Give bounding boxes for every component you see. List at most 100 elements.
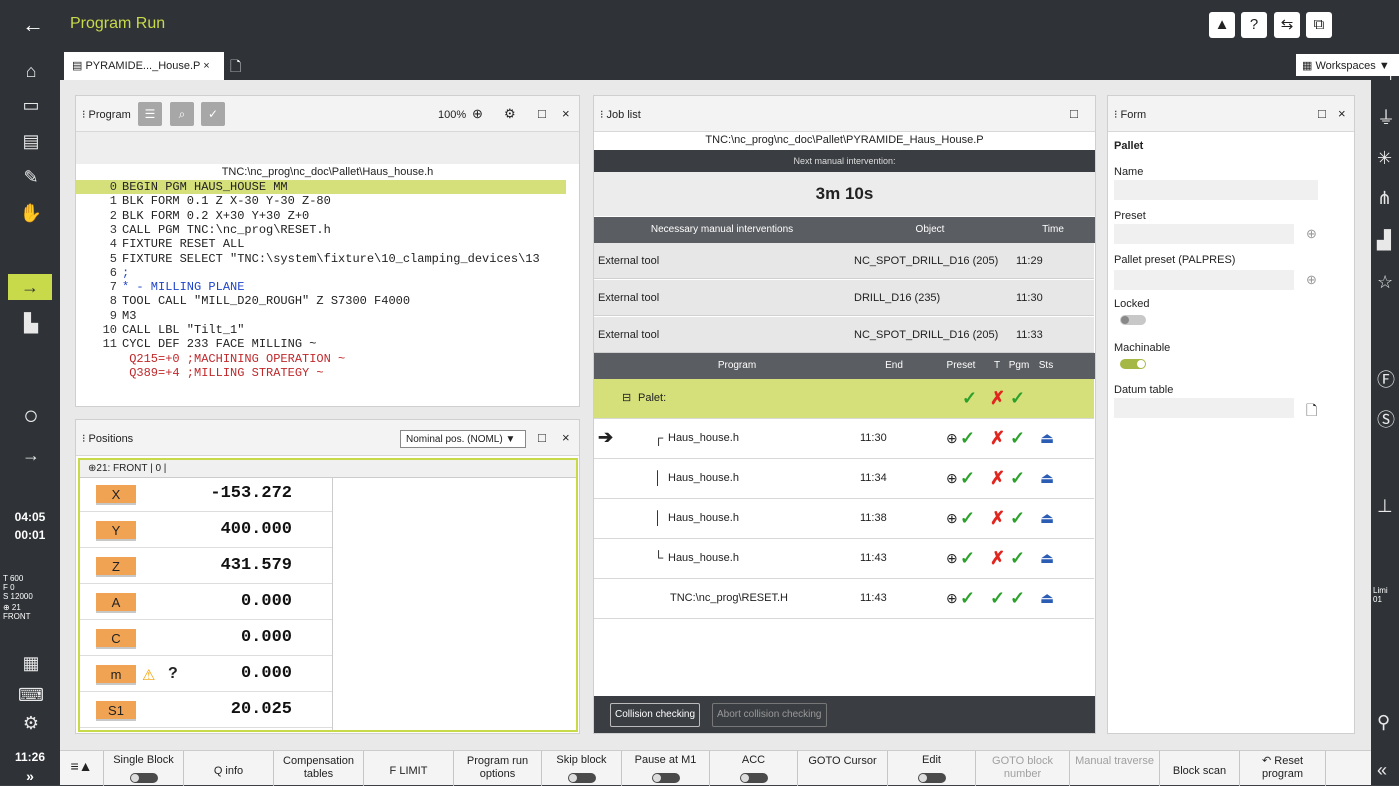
name-field[interactable] <box>1114 180 1318 200</box>
program-line[interactable]: 7 * - MILLING PLANE <box>76 280 566 294</box>
tab-program-file[interactable]: ▤ PYRAMIDE..._House.P × <box>64 52 224 80</box>
goto-block-number-button[interactable]: GOTO block number <box>976 751 1070 786</box>
program-row[interactable]: TNC:\nc_prog\RESET.H 11:43 ⊕ ✓ ✓ ✓ ⏏ <box>594 579 1094 619</box>
user-key-icon[interactable]: ⚲ <box>1377 712 1390 733</box>
maximize-icon[interactable]: □ <box>1318 106 1326 121</box>
windows-icon[interactable]: ⧉ <box>1306 12 1332 38</box>
help-icon[interactable]: ? <box>1241 12 1267 38</box>
program-line[interactable]: 9 M3 <box>76 309 566 323</box>
chip-icon[interactable]: ⋔ <box>1377 188 1392 209</box>
program-row[interactable]: │ Haus_house.h 11:34 ⊕ ✓ ✗ ✓ ⏏ <box>594 459 1094 499</box>
plug-icon[interactable]: ⏚ <box>1377 104 1395 130</box>
block-scan-button[interactable]: Block scan <box>1160 751 1240 786</box>
manual-hand-icon[interactable]: ✋ <box>18 200 44 226</box>
abort-collision-button[interactable]: Abort collision checking <box>712 703 827 727</box>
tool-icon[interactable]: ▟ <box>1377 230 1391 251</box>
preset-field[interactable] <box>1114 224 1294 244</box>
program-run-options-button[interactable]: Program run options <box>454 751 542 786</box>
edit-document-icon[interactable]: ✎ <box>18 164 44 190</box>
axis-label[interactable]: C <box>96 629 136 649</box>
collapse-icon[interactable]: « <box>1377 760 1387 781</box>
toggle-switch[interactable] <box>651 773 680 783</box>
program-line[interactable]: 1 BLK FORM 0.1 Z X-30 Y-30 Z-80 <box>76 194 566 208</box>
maximize-icon[interactable]: □ <box>538 106 546 121</box>
coolant-icon[interactable]: ✳ <box>1377 148 1392 169</box>
q-info-button[interactable]: Q info <box>184 751 274 786</box>
intervention-row[interactable]: External tool NC_SPOT_DRILL_D16 (205) 11:2… <box>594 243 1094 279</box>
intervention-row[interactable]: External tool NC_SPOT_DRILL_D16 (205) 11:3… <box>594 317 1094 353</box>
datum-table-field[interactable] <box>1114 398 1294 418</box>
program-line[interactable]: 4 FIXTURE RESET ALL <box>76 237 566 251</box>
compensation-tables-button[interactable]: Compensation tables <box>274 751 364 786</box>
settings-icon[interactable]: ⚙ <box>18 710 44 736</box>
program-line[interactable]: 2 BLK FORM 0.2 X+30 Y+30 Z+0 <box>76 209 566 223</box>
file-icon[interactable]: 🗋 <box>1306 400 1317 424</box>
toggle-switch[interactable] <box>917 773 946 783</box>
table-icon[interactable]: ▤ <box>18 128 44 154</box>
collapse-icon[interactable]: ⊟ <box>622 391 631 404</box>
pause-m1-toggle[interactable]: Pause at M1 <box>622 751 710 786</box>
spindle-override-icon[interactable]: Ⓢ <box>1377 406 1395 432</box>
calculator-icon[interactable]: ▦ <box>18 650 44 676</box>
program-line[interactable]: 8 TOOL CALL "MILL_D20_ROUGH" Z S7300 F400… <box>76 294 566 308</box>
program-row[interactable]: └ Haus_house.h 11:43 ⊕ ✓ ✗ ✓ ⏏ <box>594 539 1094 579</box>
axis-label[interactable]: S1 <box>96 701 136 721</box>
acc-toggle[interactable]: ACC <box>710 751 798 786</box>
skip-block-toggle[interactable]: Skip block <box>542 751 622 786</box>
machine-icon[interactable]: ▙ <box>18 310 44 336</box>
search-icon[interactable]: ⌕ <box>170 102 194 126</box>
axis-label[interactable]: m <box>96 665 136 685</box>
program-row[interactable]: ➔ ┌ Haus_house.h 11:30 ⊕ ✓ ✗ ✓ ⏏ <box>594 419 1094 459</box>
single-block-toggle[interactable]: Single Block <box>104 751 184 786</box>
position-mode-select[interactable]: Nominal pos. (NOML) ▼ <box>400 430 526 448</box>
program-line[interactable]: Q215=+0 ;MACHINING OPERATION ~ <box>76 352 566 366</box>
program-row[interactable]: │ Haus_house.h 11:38 ⊕ ✓ ✗ ✓ ⏏ <box>594 499 1094 539</box>
close-icon[interactable]: × <box>203 60 209 72</box>
pallet-preset-field[interactable] <box>1114 270 1294 290</box>
edit-toggle[interactable]: Edit <box>888 751 976 786</box>
f-limit-button[interactable]: F LIMIT <box>364 751 454 786</box>
feed-override-icon[interactable]: Ⓕ <box>1377 366 1395 392</box>
program-line[interactable]: Q389=+4 ;MILLING STRATEGY ~ <box>76 366 566 380</box>
transfer-icon[interactable]: ⇆ <box>1274 12 1300 38</box>
nc-stop-circle-icon[interactable]: ○ <box>18 402 44 428</box>
keyboard-icon[interactable]: ⌨ <box>18 682 44 708</box>
locked-toggle[interactable] <box>1120 315 1146 325</box>
maximize-icon[interactable]: □ <box>1070 106 1078 121</box>
reset-program-button[interactable]: ↶ Reset program <box>1240 751 1326 786</box>
axis-label[interactable]: Y <box>96 521 136 541</box>
axis-label[interactable]: Z <box>96 557 136 577</box>
warning-icon[interactable]: ▲ <box>1209 12 1235 38</box>
program-run-icon[interactable]: → <box>8 274 52 300</box>
intervention-row[interactable]: External tool DRILL_D16 (235) 11:30 <box>594 280 1094 316</box>
program-line[interactable]: 10 CALL LBL "Tilt_1" <box>76 323 566 337</box>
manual-traverse-button[interactable]: Manual traverse <box>1070 751 1160 786</box>
expand-icon[interactable]: » <box>0 768 60 784</box>
program-line[interactable]: 0 BEGIN PGM HAUS_HOUSE MM <box>76 180 566 194</box>
program-code[interactable]: 0 BEGIN PGM HAUS_HOUSE MM 1 BLK FORM 0.1 Z … <box>76 180 566 408</box>
zoom-icon[interactable]: ⊕ <box>472 106 483 122</box>
toggle-switch[interactable] <box>129 773 158 783</box>
program-line[interactable]: 3 CALL PGM TNC:\nc_prog\RESET.h <box>76 223 566 237</box>
toggle-switch[interactable] <box>567 773 596 783</box>
home-icon[interactable]: ⌂ <box>18 58 44 84</box>
workspaces-dropdown[interactable]: ▦ Workspaces ▼ <box>1296 54 1399 76</box>
axis-label[interactable]: A <box>96 593 136 613</box>
pallet-row[interactable]: ⊟ Palet: ✓ ✗ ✓ <box>594 379 1094 419</box>
menu-icon[interactable]: ≡▲ <box>60 751 104 786</box>
program-line[interactable]: 11 CYCL DEF 233 FACE MILLING ~ <box>76 337 566 351</box>
arrow-left-icon[interactable]: ← <box>22 12 44 38</box>
target-icon[interactable]: ⊕ <box>1306 226 1317 242</box>
gear-icon[interactable]: ⚙ <box>504 106 516 122</box>
list-icon[interactable]: ☰ <box>138 102 162 126</box>
folder-icon[interactable]: ▭ <box>18 92 44 118</box>
close-icon[interactable]: × <box>1338 106 1346 121</box>
program-line[interactable]: 5 FIXTURE SELECT "TNC:\system\fixture\10_… <box>76 252 566 266</box>
machine-head-icon[interactable]: ⊥ <box>1377 496 1393 517</box>
check-icon[interactable]: ✓ <box>201 102 225 126</box>
maximize-icon[interactable]: □ <box>538 430 546 445</box>
collision-checking-button[interactable]: Collision checking <box>610 703 701 727</box>
axis-label[interactable]: X <box>96 485 136 505</box>
program-line[interactable]: 6; <box>76 266 566 280</box>
toggle-switch[interactable] <box>739 773 768 783</box>
